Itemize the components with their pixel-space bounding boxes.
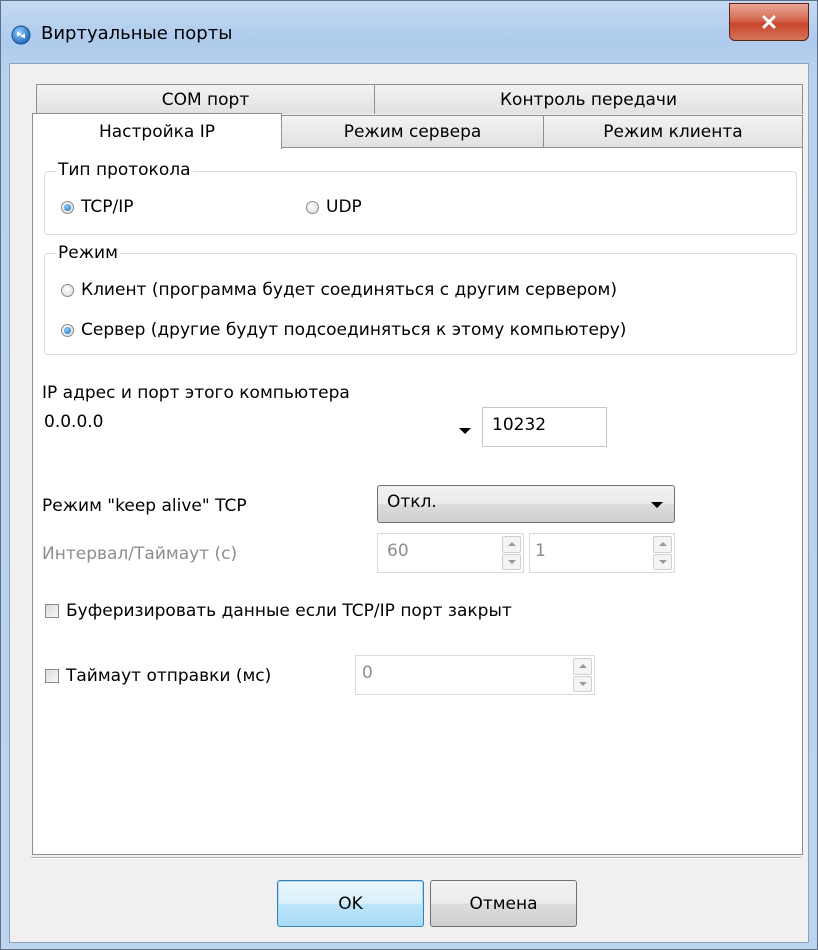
radio-client-mode[interactable]: Клиент (программа будет соединяться с др… <box>61 280 617 300</box>
radio-udp[interactable]: UDP <box>306 197 362 217</box>
interval-spinbox[interactable]: 60 <box>377 533 524 573</box>
protocol-type-group <box>44 171 797 235</box>
app-icon <box>11 25 31 45</box>
arrow-down-icon <box>658 559 667 564</box>
tab-com-port[interactable]: COM порт <box>36 84 375 114</box>
tab-client-mode[interactable]: Режим клиента <box>543 115 803 147</box>
keepalive-label: Режим "keep alive" TCP <box>42 496 247 516</box>
radio-server-mode[interactable]: Сервер (другие будут подсоединяться к эт… <box>61 320 626 340</box>
chevron-down-icon <box>459 428 471 434</box>
arrow-up-icon <box>578 664 587 669</box>
mode-label: Режим <box>56 243 120 263</box>
spin-up-button[interactable] <box>573 658 592 675</box>
spin-up-button[interactable] <box>653 536 672 553</box>
send-timeout-spin-buttons <box>573 658 592 692</box>
checkbox-box <box>45 604 59 618</box>
footer-separator <box>31 857 801 859</box>
ip-address-value: 0.0.0.0 <box>44 412 104 432</box>
radio-button-checked <box>61 323 74 337</box>
port-input[interactable]: 10232 <box>482 407 607 447</box>
keepalive-combobox[interactable]: Откл. <box>377 485 675 523</box>
radio-tcp-ip[interactable]: TCP/IP <box>61 197 134 217</box>
spin-down-button[interactable] <box>502 553 521 570</box>
ok-button[interactable]: OK <box>277 880 424 927</box>
chevron-down-icon <box>651 502 663 508</box>
ip-address-label: IP адрес и порт этого компьютера <box>42 383 350 403</box>
ip-address-combobox[interactable]: 0.0.0.0 <box>42 407 472 447</box>
buffer-data-checkbox[interactable]: Буферизировать данные если TCP/IP порт з… <box>45 601 512 621</box>
interval-timeout-label: Интервал/Таймаут (с) <box>42 544 238 564</box>
send-timeout-checkbox[interactable]: Таймаут отправки (мс) <box>45 666 271 686</box>
tab-transfer-control[interactable]: Контроль передачи <box>374 84 803 114</box>
arrow-up-icon <box>658 542 667 547</box>
checkbox-box <box>45 669 59 683</box>
send-timeout-spinbox[interactable]: 0 <box>355 655 595 695</box>
close-button[interactable] <box>729 3 809 41</box>
interval-spin-buttons <box>502 536 521 570</box>
spin-up-button[interactable] <box>502 536 521 553</box>
tab-ip-settings[interactable]: Настройка IP <box>32 113 282 149</box>
arrow-down-icon <box>578 681 587 686</box>
arrow-up-icon <box>507 542 516 547</box>
timeout-spinbox[interactable]: 1 <box>529 533 675 573</box>
spin-down-button[interactable] <box>653 553 672 570</box>
window-title: Виртуальные порты <box>41 23 233 44</box>
close-icon <box>762 15 776 29</box>
dialog-window: Виртуальные порты COM порт Контроль пере… <box>0 0 818 950</box>
radio-button-checked <box>61 200 74 214</box>
radio-button <box>306 200 319 214</box>
tab-server-mode[interactable]: Режим сервера <box>281 115 544 147</box>
radio-button <box>61 283 74 297</box>
spin-down-button[interactable] <box>573 675 592 692</box>
title-bar[interactable]: Виртуальные порты <box>1 1 817 63</box>
cancel-button[interactable]: Отмена <box>430 880 577 927</box>
arrow-down-icon <box>507 559 516 564</box>
timeout-spin-buttons <box>653 536 672 570</box>
protocol-type-label: Тип протокола <box>56 160 193 180</box>
